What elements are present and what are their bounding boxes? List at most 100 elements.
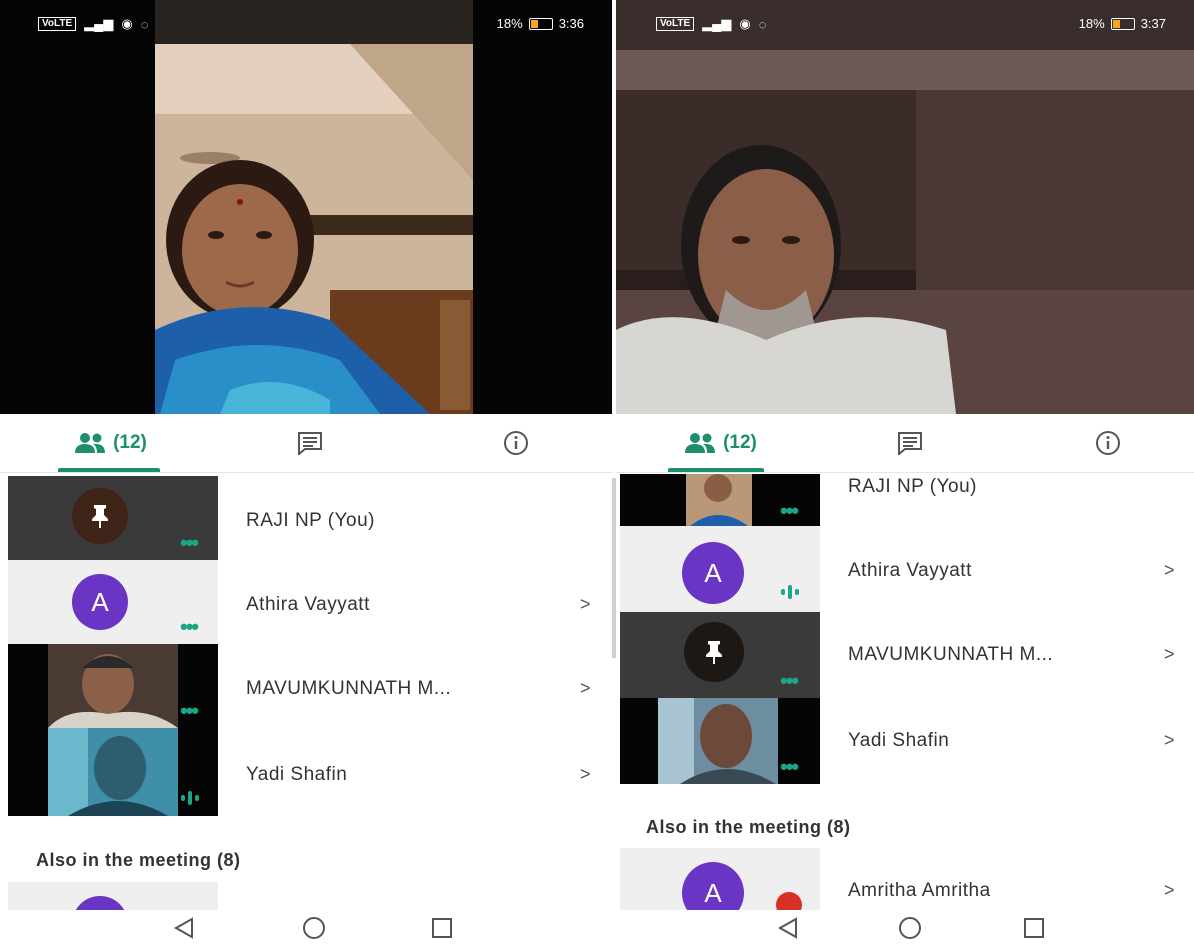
tab-people[interactable]: (12) xyxy=(640,414,800,472)
participant-name: RAJI NP (You) xyxy=(246,510,375,531)
whatsapp-icon: ◌ xyxy=(758,16,767,32)
participant-row[interactable]: ••• RAJI NP (You) xyxy=(0,476,612,560)
participant-name: MAVUMKUNNATH M... xyxy=(246,678,452,699)
tab-bar: (12) xyxy=(0,414,612,473)
people-icon xyxy=(75,433,106,453)
people-count: (12) xyxy=(723,432,757,453)
signal-icon: ▂▄▆ xyxy=(702,16,732,31)
participant-row[interactable]: ••• MAVUMKUNNATH M... > xyxy=(0,644,612,728)
tab-info[interactable] xyxy=(1068,414,1148,472)
clock: 3:36 xyxy=(558,16,584,31)
participant-name: Athira Vayyatt xyxy=(246,594,370,615)
speaking-icon xyxy=(181,791,199,805)
more-dots-icon[interactable]: ••• xyxy=(780,500,799,522)
chevron-right-icon[interactable]: > xyxy=(580,594,591,615)
participant-name: Athira Vayyatt xyxy=(848,560,972,581)
avatar: A xyxy=(682,862,744,910)
main-video-raji[interactable] xyxy=(0,0,612,414)
avatar xyxy=(72,488,128,544)
people-icon xyxy=(685,433,716,453)
participant-row[interactable]: Yadi Shafin > xyxy=(0,728,612,816)
tab-indicator xyxy=(58,468,160,472)
info-icon xyxy=(504,431,528,455)
tab-indicator xyxy=(668,468,764,472)
participant-row[interactable]: A Athira Vayyatt > xyxy=(616,526,1194,612)
chevron-right-icon[interactable]: > xyxy=(1164,880,1175,901)
signal-icon: ▂▄▆ xyxy=(84,16,114,31)
participant-tile: A xyxy=(620,848,820,910)
participant-name: Amritha Amritha xyxy=(848,880,991,901)
participant-name: Yadi Shafin xyxy=(246,764,348,785)
also-in-meeting-label: Also in the meeting (8) xyxy=(646,817,851,837)
chat-icon xyxy=(898,432,922,455)
participant-row[interactable]: ••• MAVUMKUNNATH M... > xyxy=(616,612,1194,698)
avatar: A xyxy=(682,542,744,604)
avatar xyxy=(72,896,128,910)
participant-name: RAJI NP (You) xyxy=(848,476,977,497)
participant-name: MAVUMKUNNATH M... xyxy=(848,644,1054,665)
more-dots-icon[interactable]: ••• xyxy=(780,756,799,778)
battery-icon xyxy=(1110,17,1135,30)
also-in-meeting-label: Also in the meeting (8) xyxy=(36,850,241,870)
navigation-bar xyxy=(616,910,1194,948)
more-dots-icon[interactable]: ••• xyxy=(180,616,199,638)
participant-tile: ••• xyxy=(8,476,218,560)
video-frame xyxy=(616,0,1194,414)
participant-row[interactable]: ••• Yadi Shafin > xyxy=(616,698,1194,784)
tab-chat[interactable] xyxy=(870,414,950,472)
status-bar: VoLTE ▂▄▆ ◉ ◌ 18% 3:37 xyxy=(616,0,1194,44)
recents-icon[interactable] xyxy=(430,916,454,940)
pin-icon xyxy=(706,641,722,664)
navigation-bar xyxy=(0,910,612,948)
participant-row[interactable]: ••• RAJI NP (You) xyxy=(616,474,1194,526)
participant-tile xyxy=(8,728,218,816)
participant-row[interactable]: A ••• Athira Vayyatt > xyxy=(0,560,612,644)
location-icon: ◉ xyxy=(121,16,133,31)
participant-tile xyxy=(8,882,218,910)
battery-icon xyxy=(528,17,553,30)
volte-icon: VoLTE xyxy=(656,17,695,31)
chevron-right-icon[interactable]: > xyxy=(1164,730,1175,751)
tab-info[interactable] xyxy=(476,414,556,472)
recents-icon[interactable] xyxy=(1022,916,1046,940)
whatsapp-icon: ◌ xyxy=(140,16,149,32)
tab-people[interactable]: (12) xyxy=(30,414,190,472)
participant-name: Yadi Shafin xyxy=(848,730,950,751)
participant-row[interactable]: A Amritha Amritha > xyxy=(616,848,1194,910)
volte-icon: VoLTE xyxy=(38,17,77,31)
info-icon xyxy=(1096,431,1120,455)
home-icon[interactable] xyxy=(898,916,922,940)
pin-icon xyxy=(92,505,108,528)
avatar: A xyxy=(72,574,128,630)
avatar xyxy=(684,622,744,682)
participant-tile: ••• xyxy=(620,612,820,698)
battery-percent: 18% xyxy=(1078,16,1105,31)
home-icon[interactable] xyxy=(302,916,326,940)
more-dots-icon[interactable]: ••• xyxy=(180,532,199,554)
battery-percent: 18% xyxy=(496,16,523,31)
chat-icon xyxy=(298,432,322,455)
tab-chat[interactable] xyxy=(270,414,350,472)
tab-bar: (12) xyxy=(616,414,1194,473)
participant-tile: ••• xyxy=(620,698,820,784)
participant-tile: ••• xyxy=(8,644,218,728)
chevron-right-icon[interactable]: > xyxy=(580,764,591,785)
chevron-right-icon[interactable]: > xyxy=(1164,644,1175,665)
people-count: (12) xyxy=(113,432,147,453)
more-dots-icon[interactable]: ••• xyxy=(780,670,799,692)
back-icon[interactable] xyxy=(172,916,196,940)
speaking-icon xyxy=(781,585,799,599)
status-bar: VoLTE ▂▄▆ ◉ ◌ 18% 3:36 xyxy=(0,0,612,44)
participant-tile: A xyxy=(620,526,820,612)
right-screenshot: VoLTE ▂▄▆ ◉ ◌ 18% 3:37 (12) ••• RAJI NP … xyxy=(616,0,1194,948)
location-icon: ◉ xyxy=(739,16,751,31)
chevron-right-icon[interactable]: > xyxy=(1164,560,1175,581)
participant-tile: ••• xyxy=(620,474,820,526)
mic-off-icon xyxy=(776,892,802,910)
main-video-mavumkunnath[interactable] xyxy=(616,0,1194,414)
clock: 3:37 xyxy=(1140,16,1166,31)
chevron-right-icon[interactable]: > xyxy=(580,678,591,699)
back-icon[interactable] xyxy=(776,916,800,940)
more-dots-icon[interactable]: ••• xyxy=(180,700,199,722)
left-screenshot: VoLTE ▂▄▆ ◉ ◌ 18% 3:36 (12) ••• RAJI NP … xyxy=(0,0,612,948)
